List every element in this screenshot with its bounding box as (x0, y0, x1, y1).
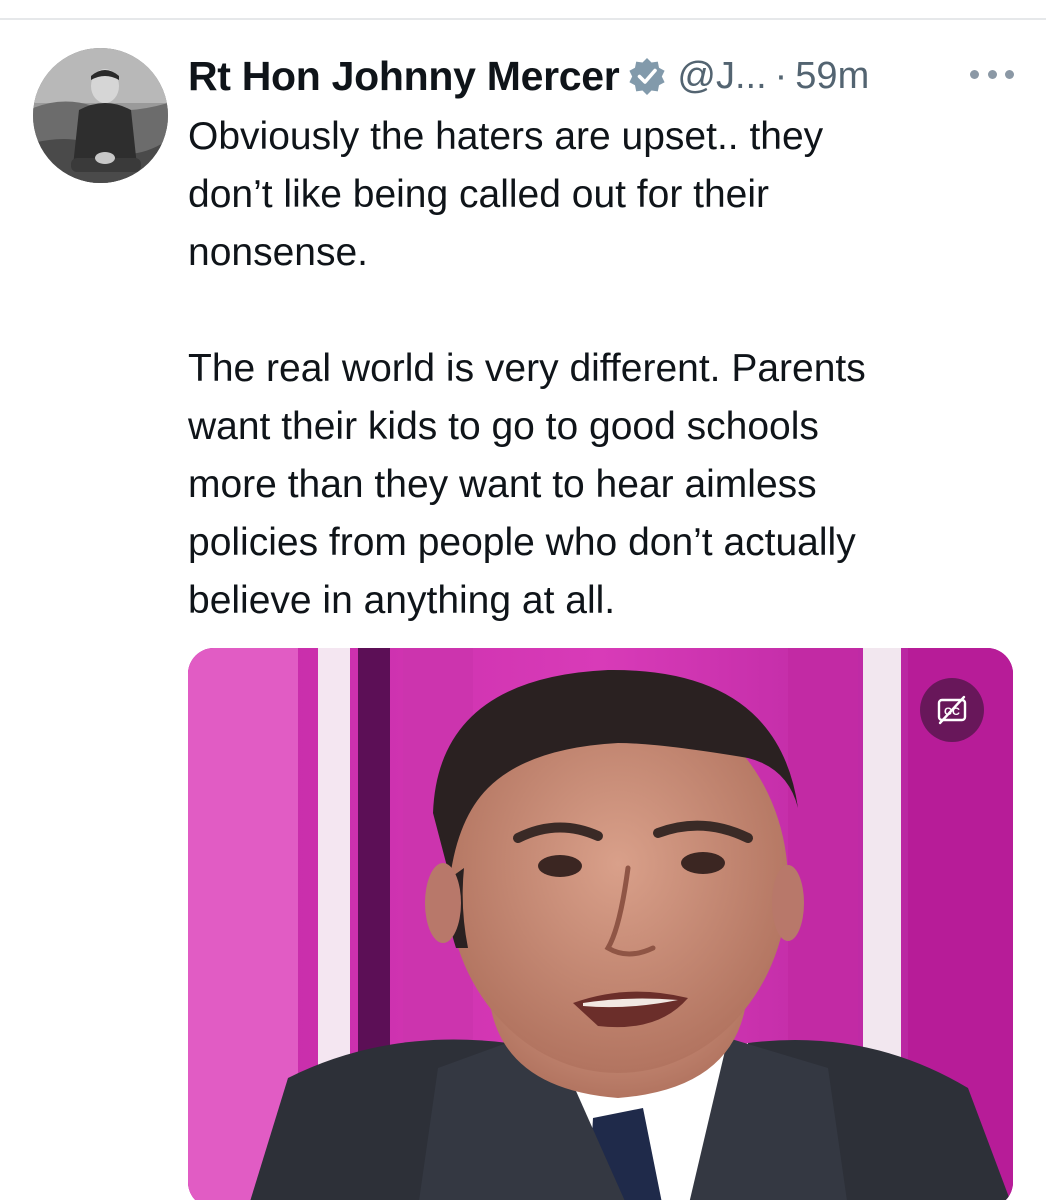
more-dot (1005, 69, 1014, 79)
tweet-paragraph: The real world is very different. Parent… (188, 347, 866, 622)
captions-off-icon[interactable]: CC (920, 678, 984, 742)
top-divider (0, 18, 1046, 20)
tweet-paragraph: Obviously the haters are upset.. they do… (188, 115, 824, 274)
more-dot (987, 69, 997, 79)
author-handle[interactable]: @J... (677, 55, 766, 98)
avatar-photo (33, 48, 168, 183)
tweet-timestamp[interactable]: 59m (795, 55, 869, 98)
tweet-header: Rt Hon Johnny Mercer @J... · 59m (188, 46, 869, 106)
tweet-detail-screen: Rt Hon Johnny Mercer @J... · 59m Obvious… (0, 0, 1046, 1200)
tweet-text: Obviously the haters are upset.. they do… (188, 108, 1018, 630)
more-options-icon[interactable] (970, 62, 1014, 86)
avatar[interactable] (33, 48, 168, 183)
tweet-video-media[interactable] (188, 648, 1013, 1200)
author-display-name[interactable]: Rt Hon Johnny Mercer (188, 53, 620, 100)
more-dot (970, 69, 979, 79)
verified-badge-icon (627, 56, 667, 96)
video-frame (188, 648, 1013, 1200)
separator-dot: · (774, 54, 788, 97)
